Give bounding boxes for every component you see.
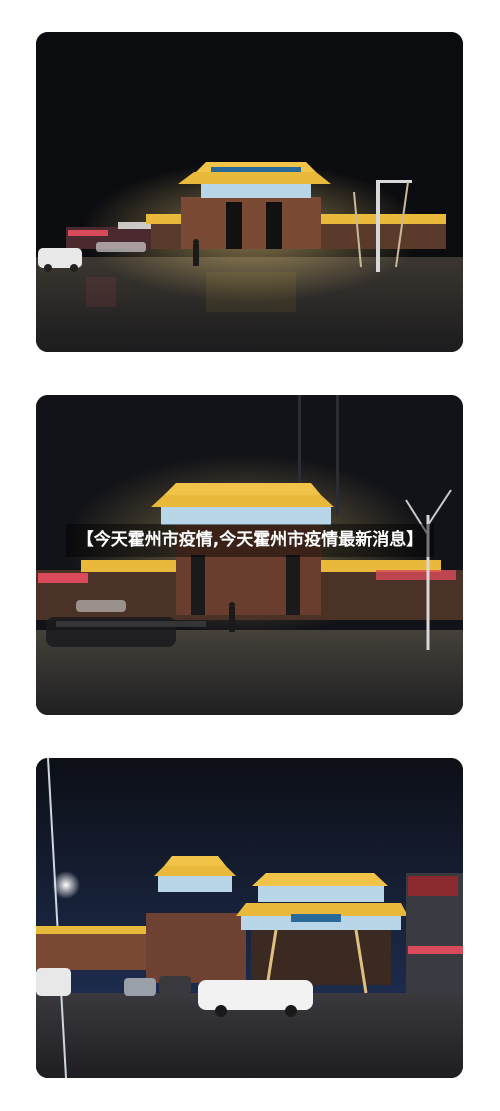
photo-archway-night-1 bbox=[36, 32, 463, 352]
archway-night-image-1 bbox=[36, 32, 463, 352]
archway-night-image-3 bbox=[36, 758, 463, 1078]
article-caption: 【今天霍州市疫情,今天霍州市疫情最新消息】 bbox=[66, 524, 434, 557]
photo-archway-night-3 bbox=[36, 758, 463, 1078]
